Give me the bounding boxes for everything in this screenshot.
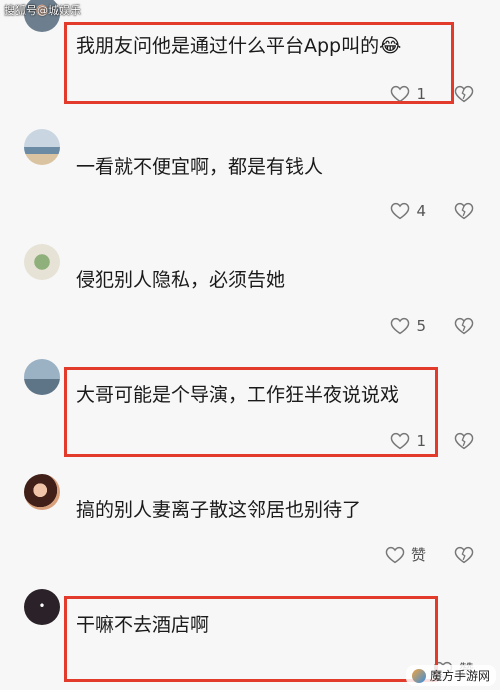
like-button[interactable]: 1 [390,432,426,450]
like-count: 4 [416,202,426,220]
user-avatar[interactable] [24,129,60,165]
heart-outline-icon [390,317,410,335]
comment-text: 侵犯别人隐私，必须告她 [76,269,286,291]
dislike-button[interactable] [454,317,474,335]
comment-item: 侵犯别人隐私，必须告她 5 [0,230,500,345]
source-watermark: 搜狐号@城娱乐 [4,4,81,17]
comment-text: 搞的别人妻离子散这邻居也别待了 [76,499,362,521]
comment-text: 干嘛不去酒店啊 [76,614,210,636]
like-button[interactable]: 赞 [385,544,426,565]
comment-text: 一看就不便宜啊，都是有钱人 [76,156,324,178]
dislike-button[interactable] [454,85,474,103]
heart-outline-icon [390,432,410,450]
like-button[interactable]: 1 [390,85,426,103]
site-watermark: 魔方手游网 [405,665,496,686]
like-button[interactable]: 5 [390,317,426,335]
user-avatar[interactable] [24,589,60,625]
like-count: 5 [416,317,426,335]
user-avatar[interactable] [24,244,60,280]
site-watermark-text: 魔方手游网 [429,669,490,683]
like-button[interactable]: 4 [390,202,426,220]
comment-item: 一看就不便宜啊，都是有钱人 4 [0,115,500,230]
heart-outline-icon [390,202,410,220]
comment-item: 搞的别人妻离子散这邻居也别待了 赞 [0,460,500,575]
comment-text: 我朋友问他是通过什么平台App叫的😂 [76,35,402,57]
dislike-button[interactable] [454,202,474,220]
dislike-button[interactable] [454,546,474,564]
like-count: 1 [416,432,426,450]
broken-heart-icon [454,85,474,103]
broken-heart-icon [454,317,474,335]
dislike-button[interactable] [454,432,474,450]
broken-heart-icon [454,546,474,564]
like-count: 赞 [410,546,426,564]
user-avatar[interactable] [24,474,60,510]
heart-outline-icon [390,85,410,103]
broken-heart-icon [454,432,474,450]
heart-outline-icon [385,546,405,564]
laughing-emoji-icon: 😂 [379,35,402,57]
site-logo-icon [411,668,426,683]
user-avatar[interactable] [24,359,60,395]
broken-heart-icon [454,202,474,220]
like-count: 1 [416,85,426,103]
comment-item: 大哥可能是个导演，工作狂半夜说说戏 1 [0,345,500,460]
comment-text: 大哥可能是个导演，工作狂半夜说说戏 [76,384,400,406]
